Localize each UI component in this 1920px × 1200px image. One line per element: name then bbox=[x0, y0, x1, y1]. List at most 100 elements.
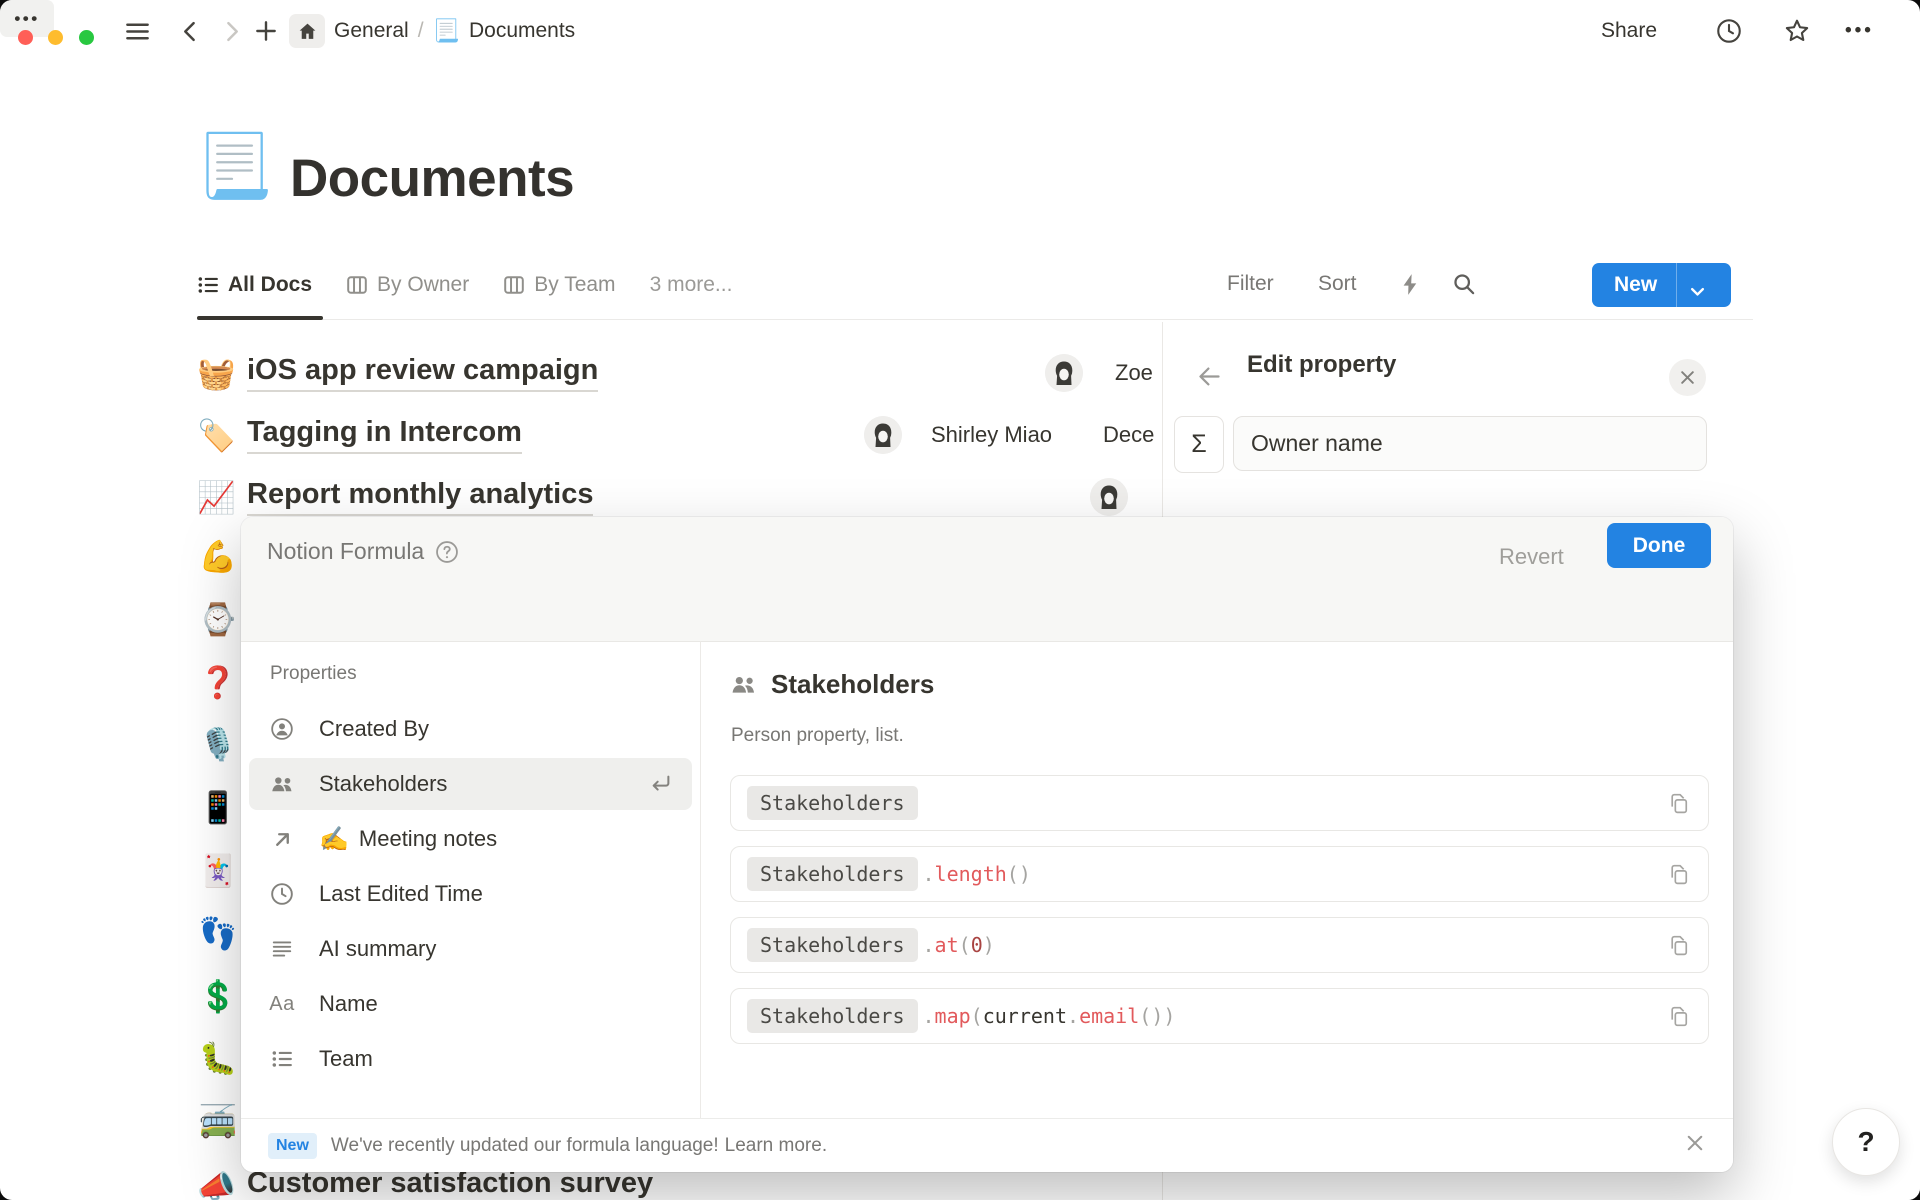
row-title[interactable]: Tagging in Intercom bbox=[247, 416, 522, 454]
clock-icon bbox=[269, 882, 295, 906]
tab-label: All Docs bbox=[228, 273, 312, 297]
row-title[interactable]: iOS app review campaign bbox=[247, 354, 598, 392]
arrow-icon bbox=[269, 829, 295, 850]
property-emoji: ✍️ bbox=[319, 825, 349, 854]
row-page-icon: 💲 bbox=[198, 981, 238, 1012]
date-cell: Dece bbox=[1103, 422, 1154, 448]
table-row[interactable]: 🧺iOS app review campaignZoe bbox=[197, 342, 1162, 404]
property-label: Created By bbox=[319, 716, 429, 742]
help-button[interactable]: ? bbox=[1832, 1108, 1900, 1176]
forward-icon[interactable] bbox=[219, 19, 244, 44]
copy-icon[interactable] bbox=[1667, 791, 1692, 816]
person-name: Shirley Miao bbox=[931, 422, 1052, 448]
tab-by-owner[interactable]: By Owner bbox=[346, 273, 469, 297]
code-token-dot: . bbox=[923, 862, 935, 886]
breadcrumb-section[interactable]: General bbox=[334, 19, 409, 43]
copy-icon[interactable] bbox=[1667, 933, 1692, 958]
row-page-icon: 🚎 bbox=[198, 1106, 238, 1137]
row-page-icon: 📱 bbox=[198, 792, 238, 823]
page-icon[interactable]: 📃 bbox=[196, 136, 273, 198]
edit-property-title: Edit property bbox=[1247, 351, 1396, 379]
row-page-icon: 📣 bbox=[197, 1171, 247, 1200]
sidebar-menu-icon[interactable] bbox=[124, 18, 151, 45]
help-circle-icon[interactable] bbox=[435, 540, 459, 564]
property-item-created-by[interactable]: Created By bbox=[249, 703, 692, 755]
breadcrumb-separator: / bbox=[418, 19, 424, 43]
window-zoom-button[interactable] bbox=[79, 30, 94, 45]
formula-editor-body: Properties Created ByStakeholders✍️Meeti… bbox=[241, 641, 1733, 1118]
property-type-sigma-button[interactable]: Σ bbox=[1174, 416, 1224, 473]
property-item-team[interactable]: Team bbox=[249, 1033, 692, 1085]
properties-panel: Properties Created ByStakeholders✍️Meeti… bbox=[241, 641, 701, 1118]
code-token-fn: length bbox=[935, 862, 1007, 886]
window-minimize-button[interactable] bbox=[48, 30, 63, 45]
chevron-down-icon[interactable] bbox=[1677, 269, 1718, 301]
revert-button[interactable]: Revert bbox=[1499, 544, 1564, 570]
code-token-fn: at bbox=[935, 933, 959, 957]
done-button[interactable]: Done bbox=[1607, 523, 1711, 568]
row-page-icon: 🎙️ bbox=[198, 729, 238, 760]
row-title[interactable]: Report monthly analytics bbox=[247, 478, 593, 516]
property-item-meeting-notes[interactable]: ✍️Meeting notes bbox=[249, 813, 692, 865]
formula-code: Stakeholders.map(current.email()) bbox=[747, 999, 1175, 1033]
person-cell: Shirley Miao bbox=[864, 416, 902, 454]
code-token-dot: . bbox=[923, 933, 935, 957]
new-button-label: New bbox=[1614, 273, 1657, 297]
property-item-stakeholders[interactable]: Stakeholders bbox=[249, 758, 692, 810]
copy-icon[interactable] bbox=[1667, 862, 1692, 887]
close-icon[interactable] bbox=[1669, 359, 1706, 396]
share-button[interactable]: Share bbox=[1601, 0, 1657, 62]
filter-button[interactable]: Filter bbox=[1227, 272, 1274, 296]
favorite-star-icon[interactable] bbox=[1783, 17, 1811, 45]
row-page-icon: 🐛 bbox=[198, 1043, 238, 1074]
new-tab-icon[interactable] bbox=[253, 18, 279, 44]
banner-close-icon[interactable] bbox=[1685, 1133, 1705, 1153]
formula-example-card[interactable]: Stakeholders.map(current.email()) bbox=[730, 988, 1709, 1044]
window-close-button[interactable] bbox=[18, 30, 33, 45]
property-item-last-edited-time[interactable]: Last Edited Time bbox=[249, 868, 692, 920]
row-page-icon: 👣 bbox=[198, 918, 238, 949]
breadcrumb-page-name[interactable]: Documents bbox=[469, 19, 575, 43]
home-icon[interactable] bbox=[289, 14, 325, 48]
more-options-icon[interactable]: ••• bbox=[1845, 0, 1874, 62]
row-page-icon: ⌚ bbox=[198, 604, 238, 635]
new-button[interactable]: New bbox=[1592, 263, 1731, 307]
tab-all-docs[interactable]: All Docs bbox=[197, 273, 312, 297]
row-page-icon: 🧺 bbox=[197, 358, 247, 389]
property-item-ai-summary[interactable]: AI summary bbox=[249, 923, 692, 975]
table-row[interactable]: 🏷️Tagging in Intercom Shirley Miao Dece bbox=[197, 404, 1162, 466]
page-title[interactable]: Documents bbox=[290, 148, 574, 209]
property-item-name[interactable]: AaName bbox=[249, 978, 692, 1030]
formula-example-card[interactable]: Stakeholders.at(0) bbox=[730, 917, 1709, 973]
tab-by-team[interactable]: By Team bbox=[503, 273, 615, 297]
property-label: Stakeholders bbox=[319, 771, 447, 797]
row-page-icon: 🏷️ bbox=[197, 420, 247, 451]
list-view-icon bbox=[197, 274, 219, 296]
back-arrow-icon[interactable] bbox=[1196, 363, 1223, 390]
formula-example-card[interactable]: Stakeholders bbox=[730, 775, 1709, 831]
detail-title: Stakeholders bbox=[771, 669, 934, 700]
formula-editor-header: Notion Formula Revert Done bbox=[241, 517, 1733, 642]
formula-examples: Stakeholders Stakeholders.length() Stakeho… bbox=[730, 775, 1709, 1059]
sort-button[interactable]: Sort bbox=[1318, 272, 1357, 296]
code-token-paren: () bbox=[1139, 1004, 1163, 1028]
formula-example-card[interactable]: Stakeholders.length() bbox=[730, 846, 1709, 902]
property-name-input[interactable]: Owner name bbox=[1233, 416, 1707, 471]
board-view-icon bbox=[346, 274, 368, 296]
copy-icon[interactable] bbox=[1667, 1004, 1692, 1029]
automation-bolt-icon[interactable] bbox=[1399, 273, 1422, 296]
new-badge: New bbox=[268, 1133, 317, 1159]
tab-more[interactable]: 3 more... bbox=[650, 273, 733, 297]
back-icon[interactable] bbox=[178, 19, 203, 44]
formula-code: Stakeholders.length() bbox=[747, 857, 1031, 891]
search-icon[interactable] bbox=[1452, 272, 1476, 296]
code-token-fn: map bbox=[935, 1004, 971, 1028]
updates-clock-icon[interactable] bbox=[1715, 17, 1743, 45]
property-label: Last Edited Time bbox=[319, 881, 483, 907]
breadcrumb-page-icon: 📃 bbox=[433, 18, 460, 44]
row-page-icon: 💪 bbox=[198, 541, 238, 572]
property-label: Team bbox=[319, 1046, 373, 1072]
banner-learn-more-link[interactable]: Learn more. bbox=[725, 1135, 827, 1157]
text-type-icon: Aa bbox=[269, 993, 295, 1016]
viewbar-divider bbox=[197, 319, 1753, 320]
